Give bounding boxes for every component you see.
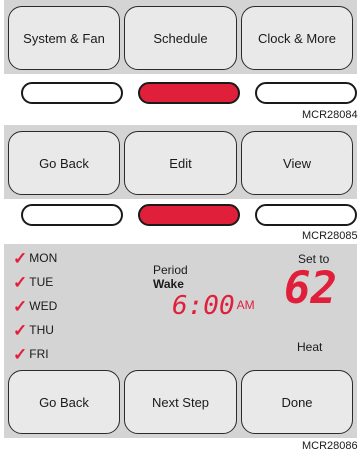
checkmark-icon: ✓ bbox=[13, 344, 28, 364]
figure-code: MCR28085 bbox=[302, 230, 358, 242]
schedule-indicator-active bbox=[138, 82, 240, 104]
day-label: TUE bbox=[29, 275, 54, 289]
clock-more-button[interactable]: Clock & More bbox=[241, 6, 353, 70]
checkmark-icon: ✓ bbox=[13, 272, 28, 292]
schedule-button[interactable]: Schedule bbox=[124, 6, 237, 70]
edit-indicator-active bbox=[138, 204, 240, 226]
day-label: WED bbox=[29, 299, 58, 313]
go-back-button[interactable]: Go Back bbox=[8, 131, 120, 195]
time-value: 6:00 bbox=[172, 291, 235, 321]
go-back-indicator bbox=[21, 204, 123, 226]
day-selector-thu[interactable]: ✓ THU bbox=[13, 320, 54, 340]
system-fan-button[interactable]: System & Fan bbox=[8, 6, 120, 70]
clock-more-indicator bbox=[255, 82, 357, 104]
setpoint-value[interactable]: 62 bbox=[284, 266, 337, 312]
day-selector-fri[interactable]: ✓ FRI bbox=[13, 344, 49, 364]
system-fan-indicator bbox=[21, 82, 123, 104]
next-step-button[interactable]: Next Step bbox=[124, 370, 237, 434]
mode-label: Heat bbox=[297, 340, 323, 354]
view-indicator bbox=[255, 204, 357, 226]
period-label: Period bbox=[153, 263, 188, 277]
edit-button[interactable]: Edit bbox=[124, 131, 237, 195]
day-selector-mon[interactable]: ✓ MON bbox=[13, 248, 57, 268]
done-button[interactable]: Done bbox=[241, 370, 353, 434]
day-selector-wed[interactable]: ✓ WED bbox=[13, 296, 57, 316]
checkmark-icon: ✓ bbox=[13, 320, 28, 340]
ampm-label: AM bbox=[236, 298, 255, 312]
checkmark-icon: ✓ bbox=[13, 296, 28, 316]
schedule-menu-panel: Go Back Edit View bbox=[4, 125, 357, 199]
view-button[interactable]: View bbox=[241, 131, 353, 195]
day-label: MON bbox=[29, 251, 58, 265]
main-menu-panel: System & Fan Schedule Clock & More bbox=[4, 0, 357, 74]
period-value[interactable]: Wake bbox=[153, 277, 184, 291]
edit-schedule-panel: ✓ MON ✓ TUE ✓ WED ✓ THU ✓ FRI Period Wak… bbox=[4, 244, 357, 438]
day-label: FRI bbox=[29, 347, 49, 361]
figure-code: MCR28084 bbox=[302, 109, 358, 121]
checkmark-icon: ✓ bbox=[13, 248, 28, 268]
time-display[interactable]: 6:00 AM bbox=[172, 292, 255, 320]
day-label: THU bbox=[29, 323, 54, 337]
figure-code: MCR28086 bbox=[302, 440, 358, 452]
day-selector-tue[interactable]: ✓ TUE bbox=[13, 272, 53, 292]
go-back-button[interactable]: Go Back bbox=[8, 370, 120, 434]
